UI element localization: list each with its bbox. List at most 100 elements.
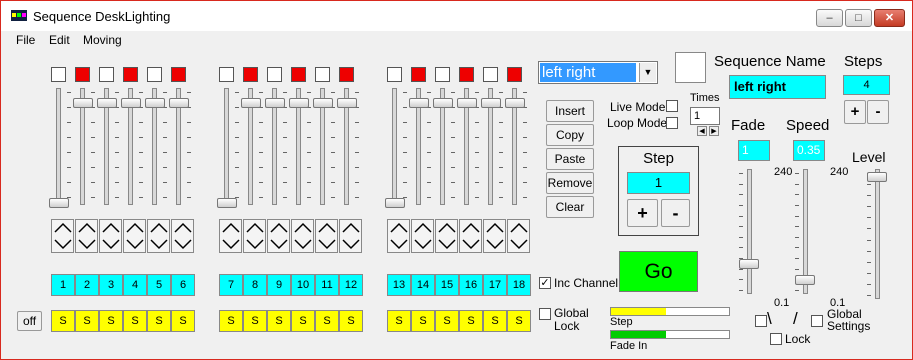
channel-solo-button[interactable]: S xyxy=(291,310,315,332)
slider-track[interactable] xyxy=(747,169,752,294)
channel-solo-button[interactable]: S xyxy=(387,310,411,332)
times-input[interactable]: 1 xyxy=(690,107,720,125)
menu-moving[interactable]: Moving xyxy=(83,33,122,47)
channel-solo-button[interactable]: S xyxy=(75,310,99,332)
chevron-up-down-icon[interactable] xyxy=(220,220,242,252)
channel-solo-button[interactable]: S xyxy=(243,310,267,332)
chevron-up-down-icon[interactable] xyxy=(436,220,458,252)
channel-flash-indicator[interactable] xyxy=(75,67,90,82)
global-lock-checkbox[interactable] xyxy=(539,308,551,320)
channel-solo-button[interactable]: S xyxy=(435,310,459,332)
channel-select-checkbox[interactable] xyxy=(387,67,402,82)
channel-number-button[interactable]: 1 xyxy=(51,274,75,296)
go-button[interactable]: Go xyxy=(619,251,698,292)
channel-flash-indicator[interactable] xyxy=(411,67,426,82)
chevron-up-down-icon[interactable] xyxy=(460,220,482,252)
fade-curve-checkbox[interactable] xyxy=(755,315,767,327)
channel-number-button[interactable]: 15 xyxy=(435,274,459,296)
color-preview[interactable] xyxy=(675,52,706,83)
channel-number-button[interactable]: 17 xyxy=(483,274,507,296)
channel-select-checkbox[interactable] xyxy=(99,67,114,82)
channel-solo-button[interactable]: S xyxy=(51,310,75,332)
channel-slider-track[interactable] xyxy=(392,88,397,205)
channel-number-button[interactable]: 6 xyxy=(171,274,195,296)
channel-solo-button[interactable]: S xyxy=(171,310,195,332)
channel-flash-indicator[interactable] xyxy=(243,67,258,82)
chevron-up-down-icon[interactable] xyxy=(484,220,506,252)
chevron-up-down-icon[interactable] xyxy=(148,220,170,252)
channel-slider-thumb[interactable] xyxy=(97,98,117,108)
slider-thumb[interactable] xyxy=(739,259,759,269)
channel-flash-indicator[interactable] xyxy=(507,67,522,82)
channel-slider-thumb[interactable] xyxy=(457,98,477,108)
channel-number-button[interactable]: 16 xyxy=(459,274,483,296)
chevron-up-down-icon[interactable] xyxy=(316,220,338,252)
channel-slider-thumb[interactable] xyxy=(121,98,141,108)
channel-number-button[interactable]: 13 xyxy=(387,274,411,296)
menu-file[interactable]: File xyxy=(16,33,35,47)
channel-number-button[interactable]: 12 xyxy=(339,274,363,296)
channel-slider-thumb[interactable] xyxy=(73,98,93,108)
copy-button[interactable]: Copy xyxy=(546,124,594,146)
channel-slider-thumb[interactable] xyxy=(217,198,237,208)
channel-flash-indicator[interactable] xyxy=(171,67,186,82)
channel-number-button[interactable]: 8 xyxy=(243,274,267,296)
slider-track[interactable] xyxy=(875,169,880,299)
sequence-select[interactable]: left right ▼ xyxy=(538,61,658,84)
chevron-up-down-icon[interactable] xyxy=(100,220,122,252)
channel-slider-thumb[interactable] xyxy=(409,98,429,108)
speed-slider[interactable] xyxy=(789,169,829,294)
chevron-up-down-icon[interactable] xyxy=(172,220,194,252)
channel-number-button[interactable]: 5 xyxy=(147,274,171,296)
channel-select-checkbox[interactable] xyxy=(315,67,330,82)
channel-select-checkbox[interactable] xyxy=(147,67,162,82)
channel-slider-thumb[interactable] xyxy=(265,98,285,108)
channel-slider-thumb[interactable] xyxy=(505,98,525,108)
channel-flash-indicator[interactable] xyxy=(339,67,354,82)
channel-flash-indicator[interactable] xyxy=(123,67,138,82)
steps-plus-button[interactable]: + xyxy=(844,100,866,124)
channel-number-button[interactable]: 3 xyxy=(99,274,123,296)
clear-button[interactable]: Clear xyxy=(546,196,594,218)
global-settings-checkbox[interactable] xyxy=(811,315,823,327)
times-left-arrow-icon[interactable]: ◀ xyxy=(697,126,707,136)
channel-slider-thumb[interactable] xyxy=(241,98,261,108)
channel-slider-thumb[interactable] xyxy=(169,98,189,108)
channel-solo-button[interactable]: S xyxy=(411,310,435,332)
channel-number-button[interactable]: 11 xyxy=(315,274,339,296)
off-button[interactable]: off xyxy=(17,311,42,331)
channel-solo-button[interactable]: S xyxy=(219,310,243,332)
menu-edit[interactable]: Edit xyxy=(49,33,70,47)
step-plus-button[interactable]: + xyxy=(627,199,658,227)
channel-flash-indicator[interactable] xyxy=(291,67,306,82)
close-button[interactable]: ✕ xyxy=(874,9,905,27)
channel-slider-thumb[interactable] xyxy=(49,198,69,208)
channel-slider-track[interactable] xyxy=(56,88,61,205)
channel-flash-indicator[interactable] xyxy=(459,67,474,82)
fade-slider[interactable] xyxy=(733,169,773,294)
live-mode-checkbox[interactable] xyxy=(666,100,678,112)
channel-select-checkbox[interactable] xyxy=(435,67,450,82)
channel-number-button[interactable]: 7 xyxy=(219,274,243,296)
slider-thumb[interactable] xyxy=(867,172,887,182)
channel-select-checkbox[interactable] xyxy=(483,67,498,82)
channel-number-button[interactable]: 14 xyxy=(411,274,435,296)
chevron-down-icon[interactable]: ▼ xyxy=(639,63,656,82)
chevron-up-down-icon[interactable] xyxy=(340,220,362,252)
chevron-up-down-icon[interactable] xyxy=(388,220,410,252)
channel-slider-thumb[interactable] xyxy=(433,98,453,108)
channel-solo-button[interactable]: S xyxy=(339,310,363,332)
chevron-up-down-icon[interactable] xyxy=(76,220,98,252)
channel-select-checkbox[interactable] xyxy=(51,67,66,82)
channel-solo-button[interactable]: S xyxy=(123,310,147,332)
maximize-button[interactable]: □ xyxy=(845,9,872,27)
channel-solo-button[interactable]: S xyxy=(99,310,123,332)
channel-slider-thumb[interactable] xyxy=(337,98,357,108)
insert-button[interactable]: Insert xyxy=(546,100,594,122)
channel-number-button[interactable]: 4 xyxy=(123,274,147,296)
channel-solo-button[interactable]: S xyxy=(315,310,339,332)
channel-slider-track[interactable] xyxy=(224,88,229,205)
channel-solo-button[interactable]: S xyxy=(483,310,507,332)
sequence-name-input[interactable]: left right xyxy=(729,75,826,99)
slider-thumb[interactable] xyxy=(795,275,815,285)
